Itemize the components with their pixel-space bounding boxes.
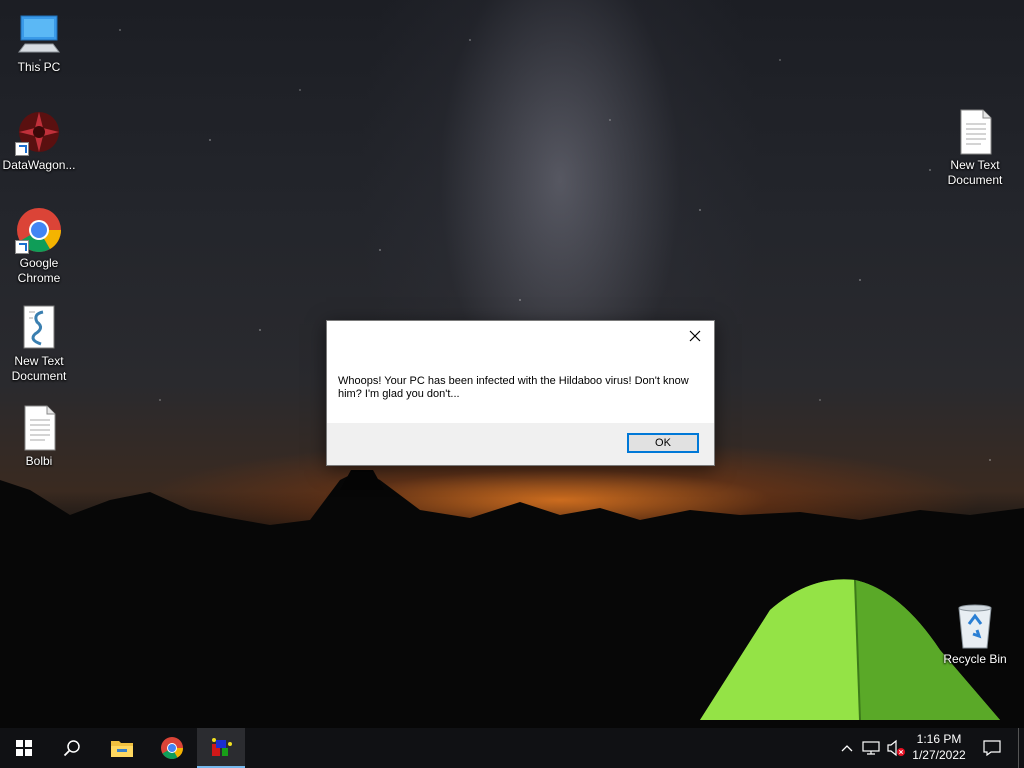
notification-icon — [983, 740, 1001, 756]
search-icon — [63, 740, 80, 757]
show-desktop-button[interactable] — [1018, 728, 1024, 768]
file-explorer-icon — [111, 741, 133, 757]
ok-button[interactable]: OK — [627, 433, 699, 453]
start-button[interactable] — [0, 728, 48, 768]
desktop-icon-datawagon[interactable]: DataWagon... — [1, 108, 77, 173]
desktop-icon-label: This PC — [17, 60, 61, 74]
desktop-icon-google-chrome[interactable]: Google Chrome — [1, 206, 77, 286]
dialog-close-button[interactable] — [682, 325, 708, 347]
desktop-icon-label: Google Chrome — [17, 256, 61, 285]
desktop-icon-label: DataWagon... — [2, 158, 76, 172]
desktop-icon-label: New Text Document — [947, 158, 1003, 187]
desktop-icon-new-text-document-left[interactable]: New Text Document — [1, 304, 77, 384]
show-hidden-icons-button[interactable] — [838, 728, 856, 768]
network-icon — [862, 741, 880, 755]
dialog-message: Whoops! Your PC has been infected with t… — [338, 375, 689, 400]
text-document-icon — [15, 404, 63, 452]
dialog-footer: OK — [327, 423, 714, 465]
action-center-button[interactable] — [978, 728, 1006, 768]
taskbar-clock[interactable]: 1:16 PM 1/27/2022 — [904, 731, 974, 763]
desktop-icon-label: New Text Document — [11, 354, 67, 383]
chevron-up-icon — [841, 745, 853, 752]
running-app-icon — [212, 738, 232, 756]
desktop-icon-bolbi[interactable]: Bolbi — [1, 404, 77, 469]
taskbar-file-explorer[interactable] — [98, 728, 146, 768]
message-dialog: Whoops! Your PC has been infected with t… — [326, 320, 715, 466]
search-button[interactable] — [48, 728, 96, 768]
shortcut-arrow-icon — [15, 142, 29, 156]
volume-muted-icon — [887, 739, 905, 757]
desktop-icon-new-text-document-right[interactable]: New Text Document — [937, 108, 1013, 188]
datawagon-icon — [15, 108, 63, 156]
clock-time: 1:16 PM — [916, 732, 962, 746]
taskbar-running-app[interactable] — [197, 728, 245, 768]
desktop-icon-this-pc[interactable]: This PC — [1, 10, 77, 75]
chrome-icon — [15, 206, 63, 254]
recycle-bin-icon — [951, 602, 999, 650]
desktop-icon-label: Recycle Bin — [943, 652, 1007, 666]
script-document-icon — [15, 304, 63, 352]
clock-date: 1/27/2022 — [912, 748, 966, 762]
close-icon — [689, 330, 701, 342]
network-button[interactable] — [860, 728, 882, 768]
start-icon — [16, 740, 32, 756]
desktop-icon-recycle-bin[interactable]: Recycle Bin — [937, 602, 1013, 667]
chrome-icon — [161, 737, 183, 759]
taskbar: 1:16 PM 1/27/2022 — [0, 728, 1024, 768]
text-document-icon — [951, 108, 999, 156]
taskbar-chrome[interactable] — [148, 728, 196, 768]
desktop: This PC DataWagon... Google Chrome New T… — [0, 0, 1024, 768]
desktop-icon-label: Bolbi — [25, 454, 53, 468]
this-pc-icon — [15, 10, 63, 58]
shortcut-arrow-icon — [15, 240, 29, 254]
